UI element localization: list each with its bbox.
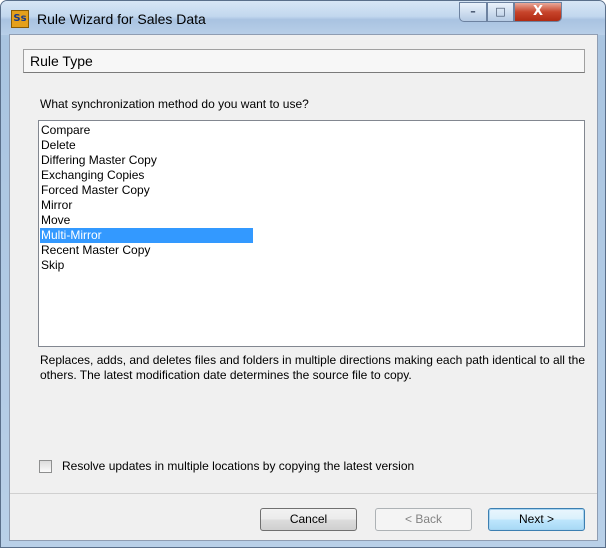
method-list-item[interactable]: Differing Master Copy [40, 153, 253, 168]
close-button[interactable]: X [514, 2, 562, 22]
rule-wizard-window: Ss Rule Wizard for Sales Data – □ X Rule… [0, 0, 606, 548]
method-list-item[interactable]: Skip [40, 258, 253, 273]
method-listbox[interactable]: Compare Delete Differing Master Copy Exchan… [38, 120, 585, 347]
method-list-item[interactable]: Forced Master Copy [40, 183, 253, 198]
button-divider [10, 493, 597, 494]
method-description: Replaces, adds, and deletes files and fo… [40, 353, 585, 382]
method-list-item[interactable]: Multi-Mirror [40, 228, 253, 243]
resolve-updates-checkbox[interactable] [39, 460, 52, 473]
section-header-title: Rule Type [30, 53, 93, 69]
question-label: What synchronization method do you want … [40, 97, 309, 111]
method-list-item[interactable]: Compare [40, 123, 253, 138]
section-header: Rule Type [23, 49, 585, 73]
maximize-button[interactable]: □ [487, 2, 514, 22]
resolve-updates-label[interactable]: Resolve updates in multiple locations by… [62, 459, 414, 473]
title-bar[interactable]: Ss Rule Wizard for Sales Data – □ X [1, 1, 605, 35]
cancel-button[interactable]: Cancel [260, 508, 357, 531]
back-button[interactable]: < Back [375, 508, 472, 531]
wizard-body: Rule Type What synchronization method do… [9, 34, 598, 541]
method-list-item[interactable]: Delete [40, 138, 253, 153]
method-list-item[interactable]: Exchanging Copies [40, 168, 253, 183]
app-icon: Ss [11, 10, 29, 28]
window-title: Rule Wizard for Sales Data [37, 11, 206, 27]
method-list-item[interactable]: Mirror [40, 198, 253, 213]
method-list-item[interactable]: Recent Master Copy [40, 243, 253, 258]
next-button[interactable]: Next > [488, 508, 585, 531]
method-list-item[interactable]: Move [40, 213, 253, 228]
minimize-button[interactable]: – [459, 2, 487, 22]
